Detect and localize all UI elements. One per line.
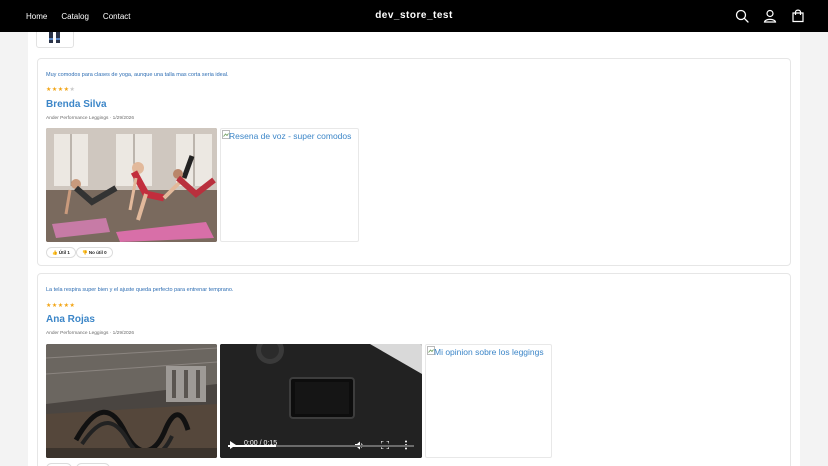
nav-contact-link[interactable]: Contact xyxy=(103,12,131,21)
review-card: La tela respira super bien y el ajuste q… xyxy=(37,273,791,466)
site-header: Home Catalog Contact dev_store_test xyxy=(0,0,828,32)
media-alt-text: Mi opinion sobre los leggings xyxy=(434,347,544,357)
voice-review-media[interactable]: Resena de voz - super comodos xyxy=(220,128,359,242)
search-icon[interactable] xyxy=(734,8,750,24)
not-helpful-button[interactable]: 👎 No útil 0 xyxy=(76,247,113,258)
review-meta: Ander Performance Leggings · 1/29/2026 xyxy=(46,331,134,336)
review-comment: La tela respira super bien y el ajuste q… xyxy=(46,287,234,293)
video-progress-bar[interactable] xyxy=(228,445,414,447)
opinion-review-media[interactable]: Mi opinion sobre los leggings xyxy=(425,344,552,458)
account-icon[interactable] xyxy=(762,8,778,24)
review-comment: Muy comodos para clases de yoga, aunque … xyxy=(46,72,229,78)
training-photo[interactable] xyxy=(46,344,217,458)
product-thumbnail[interactable] xyxy=(36,32,74,48)
store-logo[interactable]: dev_store_test xyxy=(375,10,453,21)
video-progress-fill xyxy=(228,445,277,447)
star-rating: ★★★★★ xyxy=(46,303,76,309)
review-video-player[interactable]: 0:00 / 0:15 xyxy=(220,344,422,458)
media-alt-text: Resena de voz - super comodos xyxy=(229,131,352,141)
review-meta: Ander Performance Leggings · 1/29/2026 xyxy=(46,116,134,121)
helpful-button[interactable]: 👍 Útil 1 xyxy=(46,247,76,258)
nav-catalog-link[interactable]: Catalog xyxy=(61,12,89,21)
reviews-section: Muy comodos para clases de yoga, aunque … xyxy=(28,32,800,466)
nav-home-link[interactable]: Home xyxy=(26,12,47,21)
cart-icon[interactable] xyxy=(790,8,806,24)
yoga-class-photo[interactable] xyxy=(46,128,217,242)
video-controls: 0:00 / 0:15 xyxy=(220,428,422,458)
main-nav: Home Catalog Contact xyxy=(26,0,131,32)
leggings-image xyxy=(49,32,60,43)
review-author: Brenda Silva xyxy=(46,99,107,110)
star-rating: ★★★★★ xyxy=(46,87,76,93)
review-card: Muy comodos para clases de yoga, aunque … xyxy=(37,58,791,266)
review-author: Ana Rojas xyxy=(46,314,95,325)
